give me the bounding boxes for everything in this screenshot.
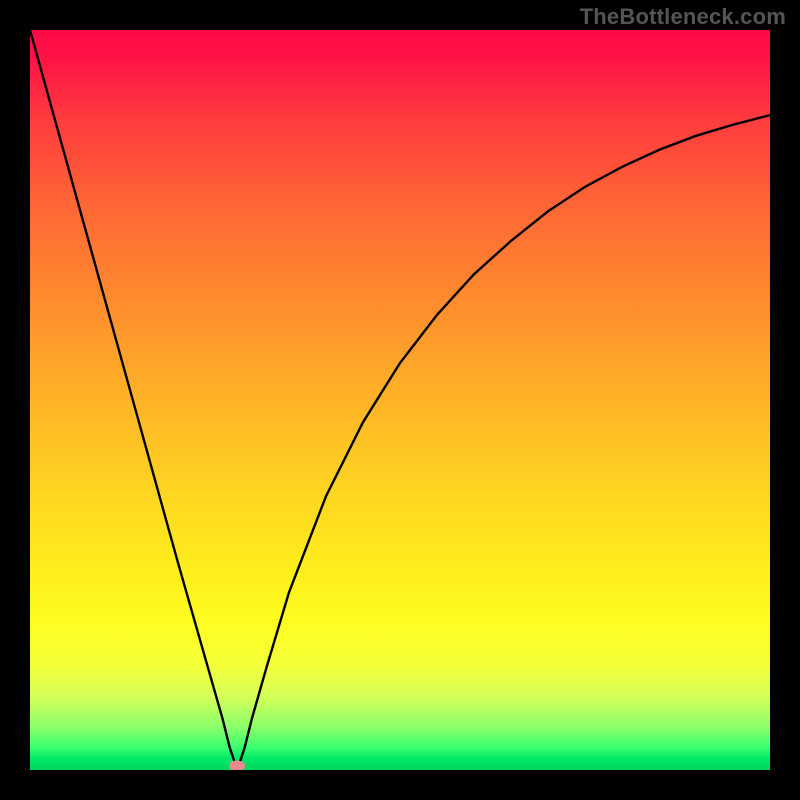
- plot-area: [30, 30, 770, 770]
- curve-path: [30, 30, 770, 770]
- chart-container: TheBottleneck.com: [0, 0, 800, 800]
- marker-dot: [229, 761, 245, 770]
- curve-svg: [30, 30, 770, 770]
- watermark-text: TheBottleneck.com: [580, 4, 786, 30]
